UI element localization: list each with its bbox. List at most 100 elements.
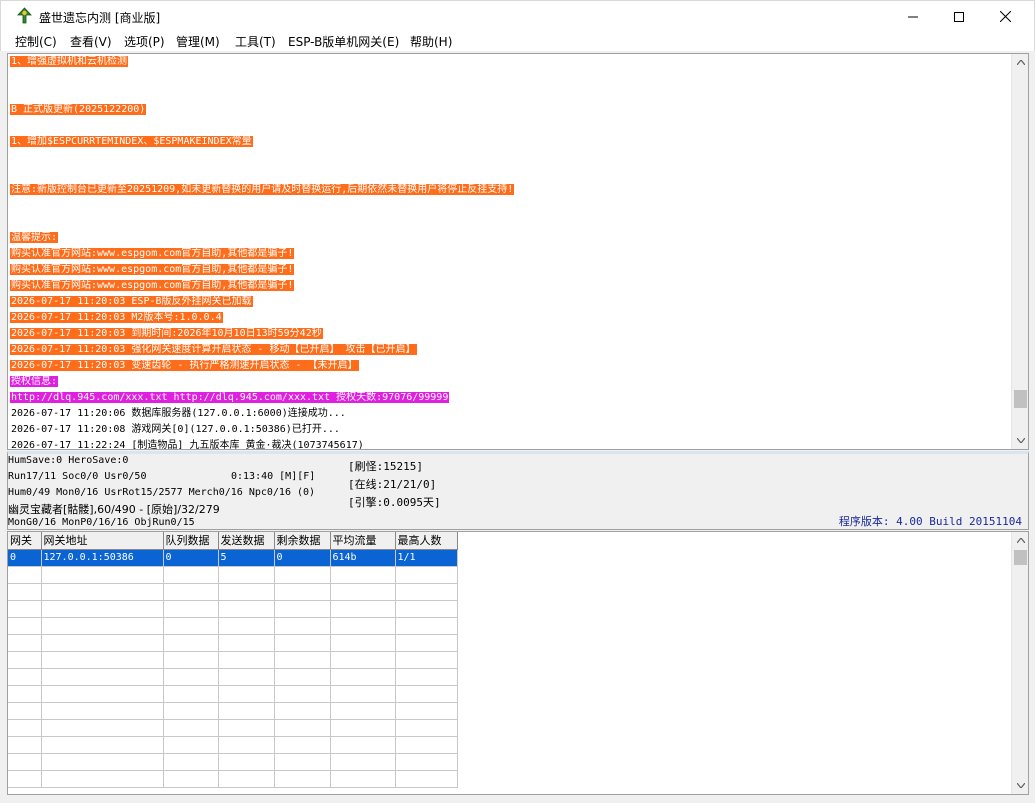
table-cell-empty [41,583,164,601]
table-scroll-up-icon[interactable] [1012,532,1028,549]
table-cell: 0 [8,549,42,567]
table-cell-empty [218,753,275,771]
table-cell-empty [274,634,331,652]
status-save: HumSave:0 HeroSave:0 [8,455,129,466]
table-cell-empty [41,685,164,703]
gateway-table-panel[interactable]: 网关 网关地址 队列数据 发送数据 剩余数据 平均流量 最高人数 0 127.0.… [7,531,1029,795]
table-cell-empty [218,583,275,601]
table-cell-empty [218,651,275,669]
table-cell-empty [330,702,396,720]
log-line: 2026-07-17 11:20:03 ESP-B版反外挂网关已加载 [10,294,1006,310]
log-line-text: B 正式版更新(2025122200) [10,104,147,115]
table-cell-empty [330,685,396,703]
log-line: 2026-07-17 11:20:06 数据库服务器(127.0.0.1:600… [10,406,1006,422]
log-line-blank [10,70,1006,86]
table-cell-empty [274,702,331,720]
col-avg-flow[interactable]: 平均流量 [330,532,396,550]
log-line: 2026-07-17 11:20:03 M2版本号:1.0.0.4 [10,310,1006,326]
menu-options[interactable]: 选项(P) [124,33,165,50]
table-cell-empty [8,702,42,720]
close-icon [999,11,1011,22]
table-cell-empty [163,600,219,618]
table-cell-empty [163,617,219,635]
col-remaining[interactable]: 剩余数据 [274,532,331,550]
close-button[interactable] [982,1,1028,32]
table-cell-empty [8,719,42,737]
table-cell-empty [163,685,219,703]
table-cell: 0 [163,549,219,567]
table-row-empty [8,651,458,669]
table-cell-empty [8,685,42,703]
col-queue[interactable]: 队列数据 [163,532,219,550]
log-line: http://dlq.945.com/xxx.txt http://dlq.94… [10,390,1006,406]
maximize-button[interactable] [936,1,982,32]
table-cell-empty [330,668,396,686]
table-scroll-down-icon[interactable] [1012,777,1028,794]
table-cell-empty [41,736,164,754]
status-uptime: 0:13:40 [M][F] [231,471,316,482]
table-cell-empty [163,753,219,771]
log-scrollbar[interactable] [1011,54,1028,449]
menu-esp-gateway[interactable]: ESP-B版单机网关(E) [288,33,399,50]
table-cell-empty [330,770,396,788]
log-panel[interactable]: 1、增强虚拟机和云机检测 B 正式版更新(2025122200) 1、增加$ESPC… [7,53,1029,450]
table-scroll-thumb[interactable] [1014,550,1027,565]
table-cell-empty [8,651,42,669]
table-cell-empty [330,566,396,584]
log-line: 2026-07-17 11:20:03 变速齿轮 - 执行严格测速开启状态 - … [10,358,1006,374]
log-line: 购买认准官方网站:www.espgom.com官方自助,其他都是骗子! [10,278,1006,294]
col-gateway[interactable]: 网关 [8,532,42,550]
table-row[interactable]: 0 127.0.0.1:50386 0 5 0 614b 1/1 [8,549,458,567]
table-cell-empty [41,600,164,618]
status-run: Run17/11 Soc0/0 Usr0/50 [8,471,147,482]
log-line: 1、增加$ESPCURRTEMINDEX、$ESPMAKEINDEX常量 [10,134,1006,150]
table-cell-empty [163,566,219,584]
log-line-text: 2026-07-17 11:22:24 [制造物品] 九五版本库 黄金·裁决(1… [11,440,364,449]
menu-view[interactable]: 查看(V) [70,33,112,50]
table-cell-empty [41,719,164,737]
table-cell-empty [395,634,458,652]
status-panel: HumSave:0 HeroSave:0 Run17/11 Soc0/0 Usr… [7,451,1029,530]
menu-tools[interactable]: 工具(T) [235,33,276,50]
table-cell-empty [395,736,458,754]
table-cell-empty [8,668,42,686]
table-cell-empty [218,566,275,584]
table-cell-empty [274,719,331,737]
table-cell-empty [41,702,164,720]
table-cell-empty [41,617,164,635]
scroll-up-icon[interactable] [1012,54,1028,71]
table-row-empty [8,634,458,652]
table-cell-empty [8,583,42,601]
menu-manage[interactable]: 管理(M) [176,33,220,50]
log-line-text: 2026-07-17 11:20:08 游戏网关[0](127.0.0.1:50… [11,424,340,435]
log-line-text: 2026-07-17 11:20:03 到期时间:2026年10月10日13时5… [10,328,323,339]
table-cell-empty [41,770,164,788]
table-cell-empty [274,668,331,686]
table-row-empty [8,770,458,788]
table-cell-empty [274,736,331,754]
minimize-button[interactable] [890,1,936,32]
table-scrollbar[interactable] [1011,532,1028,794]
log-line-text: 购买认准官方网站:www.espgom.com官方自助,其他都是骗子! [10,264,295,275]
menu-help[interactable]: 帮助(H) [410,33,452,50]
table-row-empty [8,736,458,754]
table-cell-empty [163,770,219,788]
col-sent[interactable]: 发送数据 [218,532,275,550]
table-row-empty [8,583,458,601]
table-cell-empty [274,685,331,703]
log-line: 2026-07-17 11:20:03 强化网关速度计算开启状态 - 移动【已开… [10,342,1006,358]
col-address[interactable]: 网关地址 [41,532,164,550]
table-cell-empty [395,668,458,686]
menu-control[interactable]: 控制(C) [15,33,57,50]
table-cell-empty [330,753,396,771]
scroll-thumb[interactable] [1014,390,1027,408]
table-cell-empty [330,651,396,669]
log-line-text: 注意:新版控制台已更新至20251209,如未更新替换的用户请及时替换运行,后期… [10,184,515,195]
col-max-users[interactable]: 最高人数 [395,532,458,550]
log-line-text: http://dlq.945.com/xxx.txt http://dlq.94… [10,392,450,403]
log-line-blank [10,150,1006,166]
table-cell-empty [330,719,396,737]
table-cell-empty [218,719,275,737]
scroll-down-icon[interactable] [1012,432,1028,449]
table-cell-empty [395,617,458,635]
